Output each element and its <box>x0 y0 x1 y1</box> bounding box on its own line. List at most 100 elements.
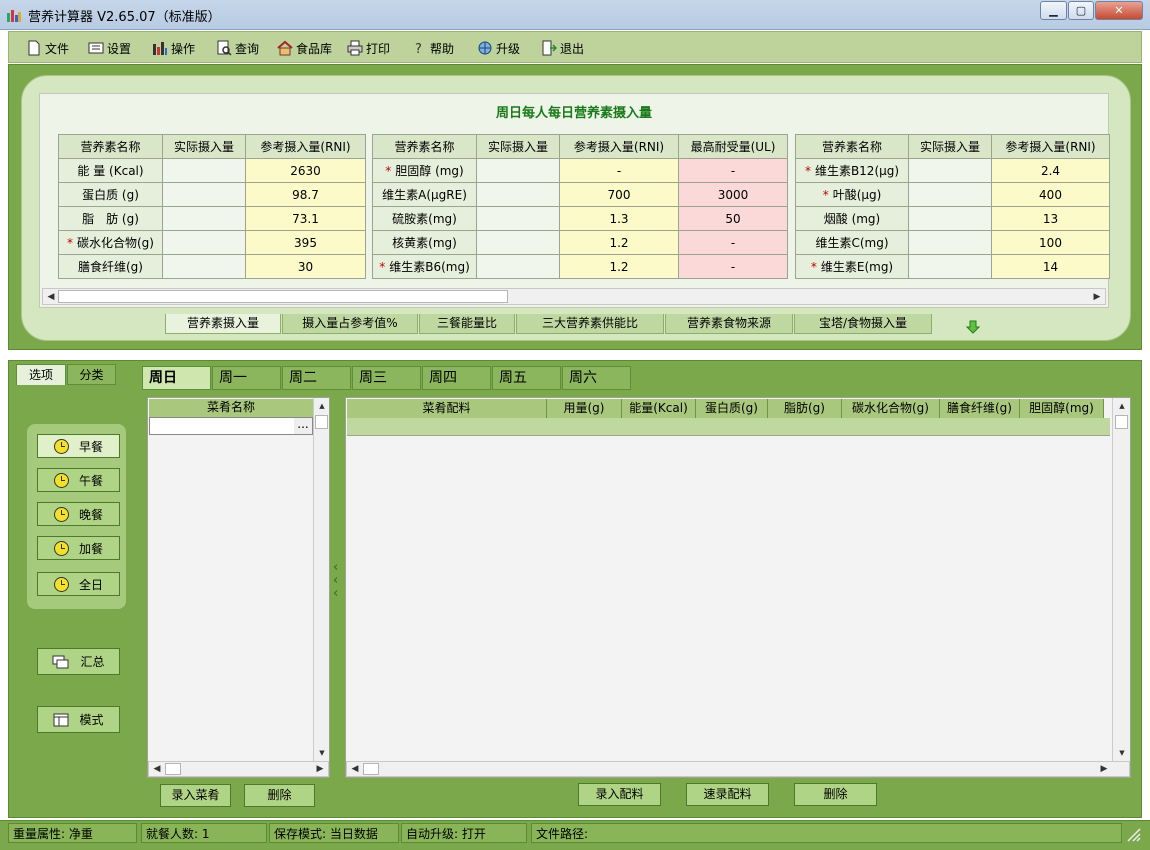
header-amount[interactable]: 用量(g) <box>547 399 622 418</box>
house-icon <box>277 40 293 56</box>
header-fat[interactable]: 脂肪(g) <box>768 399 842 418</box>
header-ingredient[interactable]: 菜肴配料 <box>347 399 547 418</box>
menu-print[interactable]: 打印 <box>347 39 390 57</box>
delete-dish-button[interactable]: 删除 <box>244 784 315 807</box>
tab-nutrient-sources[interactable]: 营养素食物来源 <box>665 314 793 334</box>
scroll-left-icon[interactable]: ◀ <box>44 290 58 304</box>
tab-options[interactable]: 选项 <box>16 364 66 385</box>
delete-ingredient-button[interactable]: 删除 <box>794 783 877 806</box>
actual-intake-cell[interactable] <box>476 182 560 207</box>
dish-name-input[interactable]: ... <box>149 417 313 435</box>
close-button[interactable]: ✕ <box>1095 1 1143 20</box>
horizontal-scrollbar[interactable]: ◀ ▶ <box>148 761 329 777</box>
vertical-scrollbar[interactable]: ▲ ▼ <box>313 398 329 761</box>
header-protein[interactable]: 蛋白质(g) <box>696 399 768 418</box>
menu-upgrade[interactable]: 升级 <box>477 39 520 57</box>
actual-intake-cell[interactable] <box>162 158 246 183</box>
status-file-path: 文件路径: <box>531 823 1122 843</box>
vertical-scrollbar[interactable]: ▲ ▼ <box>1112 398 1130 761</box>
scroll-up-icon[interactable]: ▲ <box>1115 399 1129 413</box>
tab-saturday[interactable]: 周六 <box>562 366 631 390</box>
scroll-up-icon[interactable]: ▲ <box>315 399 329 413</box>
rni-cell: 1.2 <box>559 230 679 255</box>
add-dish-button[interactable]: 录入菜肴 <box>160 784 231 807</box>
tab-meal-energy[interactable]: 三餐能量比 <box>419 314 515 334</box>
actual-intake-cell[interactable] <box>908 206 992 231</box>
nutrient-name-label: 硫胺素(mg) <box>392 212 457 226</box>
scroll-down-icon[interactable]: ▼ <box>315 746 329 760</box>
meal-allday-button[interactable]: 全日 <box>37 572 120 596</box>
meal-breakfast-button[interactable]: 早餐 <box>37 434 120 458</box>
tab-nutrient-intake[interactable]: 营养素摄入量 <box>165 314 281 334</box>
scroll-thumb[interactable] <box>1115 415 1128 429</box>
rni-cell: 14 <box>991 254 1110 279</box>
horizontal-scrollbar[interactable]: ◀ ▶ <box>346 761 1130 777</box>
actual-intake-cell[interactable] <box>476 158 560 183</box>
scroll-right-icon[interactable]: ▶ <box>1097 762 1111 776</box>
actual-intake-cell[interactable] <box>908 230 992 255</box>
mode-button[interactable]: 模式 <box>37 706 120 733</box>
tab-tuesday[interactable]: 周二 <box>282 366 351 390</box>
menu-operation[interactable]: 操作 <box>152 39 195 57</box>
tab-friday[interactable]: 周五 <box>492 366 561 390</box>
meal-lunch-button[interactable]: 午餐 <box>37 468 120 492</box>
horizontal-scrollbar[interactable]: ◀ ▶ <box>42 288 1106 305</box>
header-fiber[interactable]: 膳食纤维(g) <box>940 399 1020 418</box>
minimize-button[interactable]: ▁ <box>1040 1 1067 20</box>
tab-category[interactable]: 分类 <box>67 364 116 385</box>
scroll-right-icon[interactable]: ▶ <box>313 762 327 776</box>
header-cholesterol[interactable]: 胆固醇(mg) <box>1020 399 1104 418</box>
actual-intake-cell[interactable] <box>908 158 992 183</box>
tab-wednesday[interactable]: 周三 <box>352 366 421 390</box>
tab-macronutrient-ratio[interactable]: 三大营养素供能比 <box>516 314 664 334</box>
tab-pyramid[interactable]: 宝塔/食物摄入量 <box>794 314 932 334</box>
add-ingredient-button[interactable]: 录入配料 <box>578 783 661 806</box>
scroll-thumb[interactable] <box>165 763 181 775</box>
header-carbohydrate[interactable]: 碳水化合物(g) <box>842 399 940 418</box>
meal-snack-button[interactable]: 加餐 <box>37 536 120 560</box>
summary-button[interactable]: 汇总 <box>37 648 120 675</box>
quick-ingredient-button[interactable]: 速录配料 <box>686 783 769 806</box>
scroll-down-icon[interactable]: ▼ <box>1115 746 1129 760</box>
actual-intake-cell[interactable] <box>476 230 560 255</box>
arrow-down-icon[interactable] <box>966 320 980 334</box>
maximize-button[interactable]: ▢ <box>1068 1 1094 20</box>
actual-intake-cell[interactable] <box>476 254 560 279</box>
menu-bar: 文件 设置 操作 查询 食品库 打印 ? 帮助 升级 退出 <box>8 31 1142 63</box>
header-energy[interactable]: 能量(Kcal) <box>622 399 696 418</box>
scroll-left-icon[interactable]: ◀ <box>150 762 164 776</box>
actual-intake-cell[interactable] <box>476 206 560 231</box>
actual-intake-cell[interactable] <box>162 230 246 255</box>
scroll-left-icon[interactable]: ◀ <box>348 762 362 776</box>
rni-cell: 30 <box>245 254 366 279</box>
scroll-right-icon[interactable]: ▶ <box>1090 290 1104 304</box>
resize-grip-icon[interactable] <box>1125 826 1141 842</box>
actual-intake-cell[interactable] <box>162 206 246 231</box>
actual-intake-cell[interactable] <box>162 182 246 207</box>
menu-query[interactable]: 查询 <box>216 39 259 57</box>
tab-intake-percent[interactable]: 摄入量占参考值% <box>282 314 418 334</box>
menu-settings[interactable]: 设置 <box>88 39 131 57</box>
table-row[interactable] <box>347 418 1110 436</box>
required-star: * <box>810 260 817 274</box>
scroll-thumb[interactable] <box>58 290 508 303</box>
menu-food-library[interactable]: 食品库 <box>277 39 332 57</box>
actual-intake-cell[interactable] <box>908 182 992 207</box>
tab-thursday[interactable]: 周四 <box>422 366 491 390</box>
scroll-thumb[interactable] <box>315 415 328 429</box>
tab-sunday[interactable]: 周日 <box>142 366 211 390</box>
tab-monday[interactable]: 周一 <box>212 366 281 390</box>
menu-exit[interactable]: 退出 <box>541 39 584 57</box>
menu-file[interactable]: 文件 <box>26 39 69 57</box>
actual-intake-cell[interactable] <box>908 254 992 279</box>
scroll-thumb[interactable] <box>363 763 379 775</box>
rni-cell: 13 <box>991 206 1110 231</box>
ellipsis-button[interactable]: ... <box>294 418 312 434</box>
meal-label: 早餐 <box>78 439 103 454</box>
meal-dinner-button[interactable]: 晚餐 <box>37 502 120 526</box>
actual-intake-cell[interactable] <box>162 254 246 279</box>
menu-help[interactable]: ? 帮助 <box>411 39 454 57</box>
svg-text:?: ? <box>415 42 422 56</box>
collapse-arrows-icon[interactable]: ‹ ‹ ‹ <box>333 561 343 605</box>
ul-cell: - <box>678 230 788 255</box>
